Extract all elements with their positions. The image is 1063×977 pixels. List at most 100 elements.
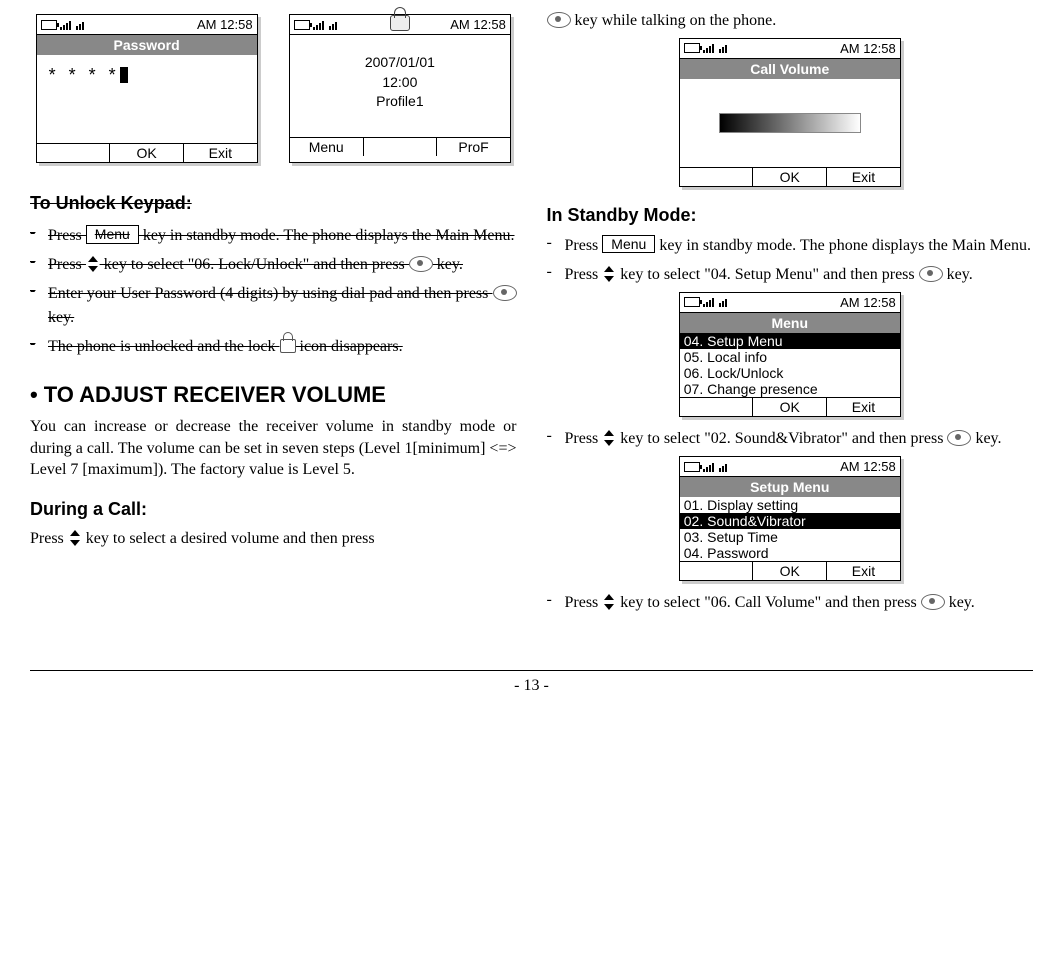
clock-text: AM 12:58 xyxy=(840,295,896,310)
screen-title: Call Volume xyxy=(680,59,900,79)
menu-item[interactable]: 04. Password xyxy=(680,545,900,561)
signal2-icon xyxy=(76,22,84,30)
page-number: - 13 - xyxy=(30,670,1033,695)
screen-title: Setup Menu xyxy=(680,477,900,497)
standby-date: 2007/01/01 xyxy=(296,53,504,73)
text-cursor xyxy=(120,67,128,83)
center-key-icon xyxy=(921,594,945,610)
password-value: * * * * xyxy=(49,65,120,85)
center-key-icon xyxy=(493,285,517,301)
softkey-middle[interactable]: OK xyxy=(109,144,183,162)
softkey-left[interactable] xyxy=(680,562,753,580)
phone-screen-standby: AM 12:58 2007/01/01 12:00 Profile1 Menu … xyxy=(289,14,511,163)
center-key-icon xyxy=(547,12,571,28)
menu-item[interactable]: 05. Local info xyxy=(680,349,900,365)
softkey-right[interactable]: ProF xyxy=(436,138,510,156)
softkey-left[interactable] xyxy=(680,168,753,186)
up-down-key-icon xyxy=(602,595,616,609)
phone-screen-main-menu: AM 12:58 Menu 04. Setup Menu 05. Local i… xyxy=(679,292,901,417)
text: key in standby mode. The phone displays … xyxy=(659,237,1031,254)
menu-item[interactable]: 04. Setup Menu xyxy=(680,333,900,349)
text: Enter your User Password (4 digits) by u… xyxy=(48,285,493,302)
softkey-middle[interactable] xyxy=(363,138,437,156)
text: key to select "02. Sound&Vibrator" and t… xyxy=(620,430,947,447)
status-icons xyxy=(684,297,727,307)
text: key while talking on the phone. xyxy=(575,12,777,29)
softkey-right[interactable]: Exit xyxy=(826,562,900,580)
softkey-middle[interactable]: OK xyxy=(752,398,826,416)
text: Press xyxy=(30,530,68,547)
text: key in standby mode. The phone displays … xyxy=(143,227,515,244)
menu-item[interactable]: 06. Lock/Unlock xyxy=(680,365,900,381)
signal2-icon xyxy=(719,45,727,53)
status-icons xyxy=(294,20,337,30)
password-field[interactable]: * * * * xyxy=(43,59,251,92)
text: icon disappears. xyxy=(300,338,403,355)
signal-icon xyxy=(60,21,71,30)
text: key to select a desired volume and then … xyxy=(86,530,375,547)
screen-title: Menu xyxy=(680,313,900,333)
softkey-left[interactable] xyxy=(680,398,753,416)
softkey-right[interactable]: Exit xyxy=(183,144,257,162)
battery-icon xyxy=(294,20,310,30)
heading-text: TO ADJUST RECEIVER VOLUME xyxy=(44,382,386,407)
clock-text: AM 12:58 xyxy=(840,41,896,56)
clock-text: AM 12:58 xyxy=(450,17,506,32)
text: Press xyxy=(565,430,603,447)
signal-icon xyxy=(703,298,714,307)
menu-item[interactable]: 01. Display setting xyxy=(680,497,900,513)
text: Press xyxy=(565,266,603,283)
status-icons xyxy=(41,20,84,30)
lock-icon xyxy=(280,339,296,353)
menu-key-icon: Menu xyxy=(602,235,655,254)
signal-icon xyxy=(313,21,324,30)
softkey-middle[interactable]: OK xyxy=(752,562,826,580)
up-down-key-icon xyxy=(86,257,100,271)
text: Press xyxy=(565,237,603,254)
battery-icon xyxy=(684,462,700,472)
heading-in-standby-mode: In Standby Mode: xyxy=(547,205,1034,226)
signal2-icon xyxy=(329,22,337,30)
standby-profile: Profile1 xyxy=(296,92,504,112)
softkey-left[interactable] xyxy=(37,144,110,162)
text: key to select "06. Lock/Unlock" and then… xyxy=(104,256,409,273)
center-key-icon xyxy=(409,256,433,272)
center-key-icon xyxy=(919,266,943,282)
status-icons xyxy=(684,462,727,472)
softkey-middle[interactable]: OK xyxy=(752,168,826,186)
signal2-icon xyxy=(719,464,727,472)
text: Press xyxy=(565,594,603,611)
text: key to select "06. Call Volume" and then… xyxy=(620,594,920,611)
text: key. xyxy=(48,309,74,326)
clock-text: AM 12:58 xyxy=(840,459,896,474)
heading-unlock-keypad: To Unlock Keypad: xyxy=(30,193,517,214)
status-icons xyxy=(684,43,727,53)
lock-icon xyxy=(390,15,410,34)
phone-screen-setup-menu: AM 12:58 Setup Menu 01. Display setting … xyxy=(679,456,901,581)
text: key to select "04. Setup Menu" and then … xyxy=(620,266,918,283)
menu-item[interactable]: 02. Sound&Vibrator xyxy=(680,513,900,529)
text: Press xyxy=(48,256,86,273)
menu-item[interactable]: 07. Change presence xyxy=(680,381,900,397)
center-key-icon xyxy=(947,430,971,446)
screen-title: Password xyxy=(37,35,257,55)
heading-during-call: During a Call: xyxy=(30,499,517,520)
signal-icon xyxy=(703,463,714,472)
phone-screen-call-volume: AM 12:58 Call Volume OK Exit xyxy=(679,38,901,187)
menu-key-icon: Menu xyxy=(86,225,139,244)
softkey-right[interactable]: Exit xyxy=(826,398,900,416)
text: key. xyxy=(975,430,1001,447)
signal2-icon xyxy=(719,299,727,307)
signal-icon xyxy=(703,44,714,53)
softkey-left[interactable]: Menu xyxy=(290,138,363,156)
text: key. xyxy=(947,266,973,283)
up-down-key-icon xyxy=(602,431,616,445)
text: Press xyxy=(48,227,86,244)
phone-screen-password: AM 12:58 Password * * * * OK Exit xyxy=(36,14,258,163)
up-down-key-icon xyxy=(602,267,616,281)
volume-gradient-bar[interactable] xyxy=(719,113,861,133)
battery-icon xyxy=(684,297,700,307)
menu-item[interactable]: 03. Setup Time xyxy=(680,529,900,545)
softkey-right[interactable]: Exit xyxy=(826,168,900,186)
text: key. xyxy=(437,256,463,273)
